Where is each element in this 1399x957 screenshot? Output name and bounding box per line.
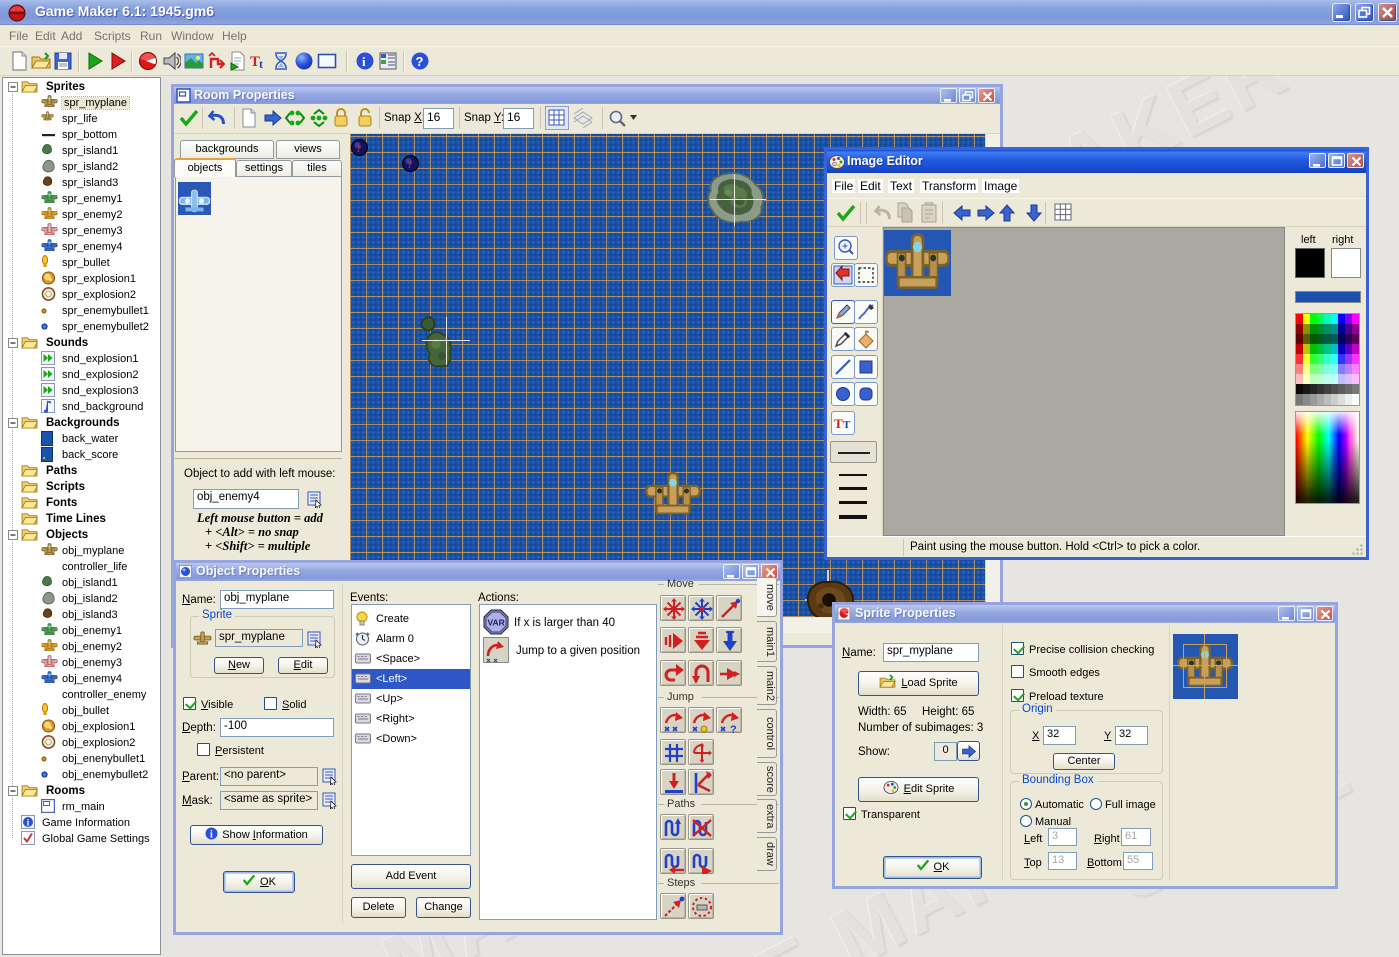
svg-text:i: i — [210, 830, 213, 841]
svg-text:t: t — [259, 57, 263, 71]
svg-text:T: T — [843, 419, 851, 431]
svg-text:?: ? — [416, 54, 424, 69]
svg-text:T: T — [834, 416, 843, 431]
svg-text:i: i — [362, 54, 366, 69]
svg-text:?: ? — [356, 143, 362, 155]
svg-text:VAR: VAR — [488, 618, 505, 628]
svg-text:?: ? — [407, 159, 413, 171]
